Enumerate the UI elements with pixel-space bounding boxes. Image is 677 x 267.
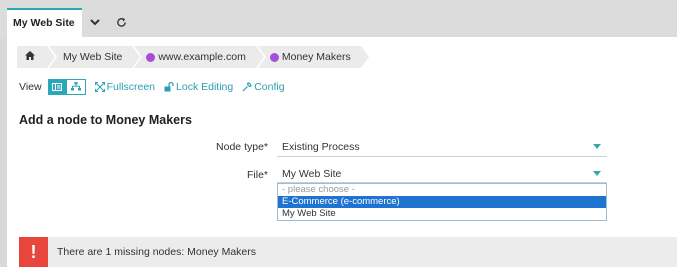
view-list-button[interactable] (47, 78, 67, 95)
fullscreen-link[interactable]: Fullscreen (94, 80, 156, 93)
tab-my-web-site[interactable]: My Web Site (7, 8, 82, 37)
view-tree-button[interactable] (66, 78, 86, 95)
unlock-icon (164, 81, 174, 91)
status-dot-icon (269, 52, 279, 62)
status-dot-icon (146, 52, 156, 62)
list-view-icon (52, 82, 63, 91)
dropdown-option-e-commerce[interactable]: E-Commerce (e-commerce) (278, 196, 606, 208)
tree-view-icon (70, 82, 81, 91)
file-value: My Web Site (282, 168, 342, 180)
file-label: File* (246, 169, 268, 181)
view-label: View (19, 80, 42, 93)
dropdown-option-my-web-site[interactable]: My Web Site (278, 208, 606, 220)
exclamation-icon: ! (19, 237, 48, 267)
config-link[interactable]: Config (242, 80, 285, 93)
lock-editing-label: Lock Editing (176, 80, 234, 93)
dropdown-option-placeholder[interactable]: - please choose - (278, 184, 606, 196)
breadcrumb-label: www.example.com (158, 51, 246, 63)
breadcrumb-item-www-example-com[interactable]: www.example.com (134, 46, 266, 68)
home-icon (25, 51, 35, 63)
form-title: Add a node to Money Makers (19, 113, 192, 127)
breadcrumb-home[interactable] (17, 46, 57, 68)
lock-editing-link[interactable]: Lock Editing (164, 81, 233, 93)
breadcrumb: My Web Site www.example.com Money Makers (17, 46, 371, 68)
caret-down-icon (593, 171, 601, 176)
chevron-down-icon[interactable] (85, 13, 105, 31)
expand-icon (94, 81, 105, 92)
breadcrumb-item-money-makers[interactable]: Money Makers (257, 46, 371, 68)
file-dropdown-list: - please choose - E-Commerce (e-commerce… (277, 183, 607, 221)
wrench-icon (242, 81, 252, 91)
node-type-label: Node type* (216, 141, 268, 153)
refresh-icon[interactable] (111, 13, 131, 31)
view-toolbar: View Fullscreen Lock Editing Config (19, 78, 285, 95)
tab-bar: My Web Site (0, 0, 677, 37)
breadcrumb-label: Money Makers (281, 51, 351, 63)
missing-nodes-alert: ! There are 1 missing nodes: Money Maker… (19, 237, 677, 267)
config-label: Config (254, 80, 285, 93)
alert-text: There are 1 missing nodes: Money Makers (57, 246, 257, 258)
breadcrumb-item-my-web-site[interactable]: My Web Site (49, 46, 143, 68)
breadcrumb-label: My Web Site (63, 51, 123, 63)
node-type-select[interactable]: Existing Process (277, 137, 607, 157)
caret-down-icon (593, 144, 601, 149)
node-type-value: Existing Process (282, 141, 360, 153)
file-select[interactable]: My Web Site (277, 164, 607, 183)
fullscreen-label: Fullscreen (106, 80, 156, 93)
